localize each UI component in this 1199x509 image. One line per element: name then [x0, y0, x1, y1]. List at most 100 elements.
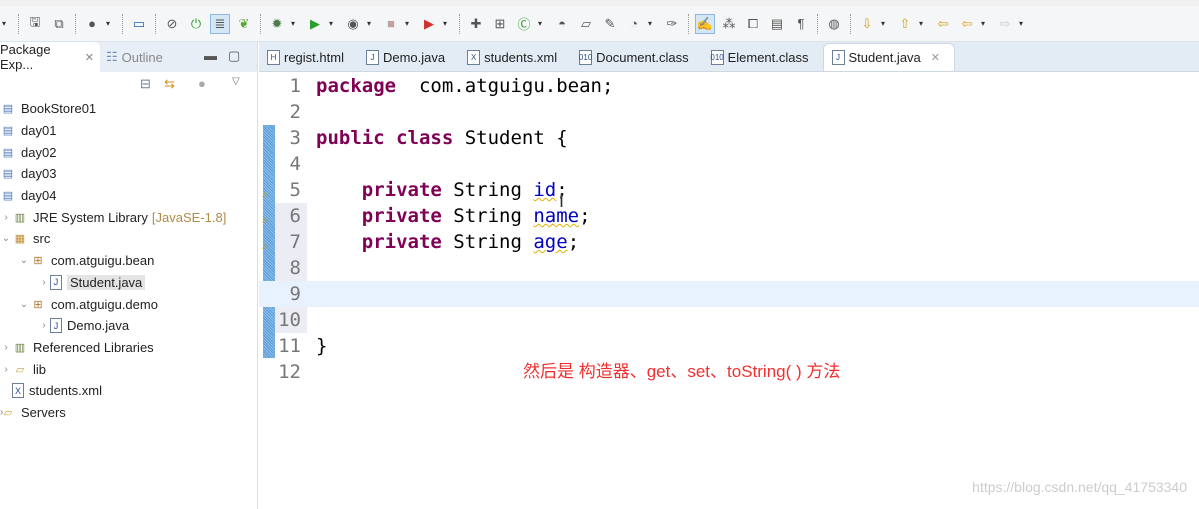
- close-icon[interactable]: ✕: [85, 51, 94, 64]
- open-folder-icon[interactable]: ▱: [576, 14, 596, 34]
- close-icon[interactable]: ✕: [931, 51, 940, 64]
- deploy-icon[interactable]: ▶: [419, 14, 439, 34]
- dropdown-arrow-icon[interactable]: ▾: [648, 19, 658, 28]
- project-icon: ▤: [2, 190, 14, 203]
- chevron-down-icon[interactable]: ⌄: [18, 299, 30, 310]
- tree-item[interactable]: ▤ day03: [0, 163, 256, 185]
- save-icon[interactable]: 🖫: [25, 14, 45, 34]
- tree-item[interactable]: ⌄ ⊞ com.atguigu.bean: [0, 250, 256, 272]
- show-whitespace-icon[interactable]: ¶: [791, 14, 811, 34]
- toolbar-separator: [850, 13, 851, 34]
- mark-occurrences-icon[interactable]: ✍: [695, 13, 715, 34]
- code-line[interactable]: 3 public class Student {: [259, 125, 1199, 151]
- run-icon[interactable]: ▶: [305, 14, 325, 34]
- pin-icon[interactable]: ✑: [662, 14, 682, 34]
- spring-icon[interactable]: ❦: [234, 14, 254, 34]
- view-menu-icon[interactable]: ▽: [232, 76, 240, 87]
- editor-tab[interactable]: J Student.java ✕: [822, 43, 955, 71]
- tree-item[interactable]: › ▱ Servers: [0, 402, 256, 424]
- chevron-down-icon[interactable]: ⌄: [18, 255, 30, 266]
- open-task-icon[interactable]: ◔: [624, 14, 644, 34]
- code-line[interactable]: 11}: [259, 333, 1199, 359]
- dropdown-arrow-icon[interactable]: ▾: [1019, 19, 1029, 28]
- search-icon[interactable]: ✎: [600, 14, 620, 34]
- focus-icon[interactable]: ●: [198, 76, 206, 91]
- tab-label: Outline: [121, 49, 163, 65]
- forward-icon[interactable]: ⇨: [995, 14, 1015, 34]
- tree-item-label: day01: [21, 123, 57, 139]
- tree-item[interactable]: › ▥ Referenced Libraries: [0, 337, 256, 359]
- code-line[interactable]: 10: [259, 307, 1199, 333]
- collapse-all-icon[interactable]: ⊟: [140, 76, 151, 92]
- code-line[interactable]: 8: [259, 255, 1199, 281]
- code-line[interactable]: 1 package com.atguigu.bean;: [259, 73, 1199, 99]
- toggle-icon[interactable]: ⁂: [719, 14, 739, 34]
- tree-item[interactable]: ▤ BookStore01: [0, 98, 256, 120]
- editor-tab[interactable]: 010 Element.class: [703, 43, 823, 71]
- link-editor-icon[interactable]: ⇆: [164, 76, 175, 92]
- editor-tab[interactable]: J Demo.java: [358, 43, 459, 71]
- run-external-icon[interactable]: ◉: [343, 14, 363, 34]
- dropdown-arrow-icon[interactable]: ▾: [291, 19, 301, 28]
- chevron-right-icon[interactable]: ›: [38, 277, 50, 288]
- tab-outline[interactable]: ☷ Outline: [106, 42, 169, 72]
- block-select-icon[interactable]: ⧠: [743, 14, 763, 34]
- chevron-right-icon[interactable]: ›: [0, 212, 12, 223]
- skip-breakpoints-icon[interactable]: ⊘: [162, 14, 182, 34]
- tree-item[interactable]: › ▥ JRE System Library [JavaSE-1.8]: [0, 206, 256, 228]
- open-type-icon[interactable]: ◓: [552, 14, 572, 34]
- power-icon[interactable]: ⏻: [186, 14, 206, 34]
- user-icon[interactable]: ●: [82, 14, 102, 34]
- dropdown-arrow-icon[interactable]: ▾: [881, 19, 891, 28]
- globe-icon[interactable]: ◍: [824, 14, 844, 34]
- code-line[interactable]: ⚠ 7 private String age;: [259, 229, 1199, 255]
- dropdown-arrow-icon[interactable]: ▾: [2, 19, 12, 28]
- tree-item[interactable]: ⌄ ▦ src: [0, 228, 256, 250]
- monitor-icon[interactable]: ▭: [129, 14, 149, 34]
- debug-icon[interactable]: ✹: [267, 14, 287, 34]
- new-project-icon[interactable]: ✚: [466, 14, 486, 34]
- dropdown-arrow-icon[interactable]: ▾: [443, 19, 453, 28]
- minimize-icon[interactable]: ▬: [204, 48, 217, 63]
- code-line[interactable]: 2: [259, 99, 1199, 125]
- tree-item[interactable]: › ▱ lib: [0, 358, 256, 380]
- maximize-icon[interactable]: ▢: [228, 48, 240, 64]
- dropdown-arrow-icon[interactable]: ▾: [329, 19, 339, 28]
- code-line[interactable]: ⚠ 5 private String id;: [259, 177, 1199, 203]
- next-annotation-icon[interactable]: ⇩: [857, 14, 877, 34]
- back-icon[interactable]: ⇦: [957, 14, 977, 34]
- chevron-right-icon[interactable]: ›: [0, 342, 12, 353]
- editor-tab[interactable]: Xstudents.xml: [459, 43, 571, 71]
- code-line[interactable]: 4: [259, 151, 1199, 177]
- chevron-right-icon[interactable]: ›: [0, 364, 12, 375]
- last-edit-icon[interactable]: ⇦: [933, 14, 953, 34]
- tree-item[interactable]: ⌄ ⊞ com.atguigu.demo: [0, 293, 256, 315]
- dropdown-arrow-icon[interactable]: ▾: [106, 19, 116, 28]
- dropdown-arrow-icon[interactable]: ▾: [919, 19, 929, 28]
- word-wrap-icon[interactable]: ▤: [767, 14, 787, 34]
- tree-item[interactable]: › J Demo.java: [0, 315, 256, 337]
- tree-item[interactable]: ▤ day01: [0, 120, 256, 142]
- tree-item[interactable]: ▤ day02: [0, 141, 256, 163]
- dropdown-arrow-icon[interactable]: ▾: [405, 19, 415, 28]
- tree-item-label: src: [33, 231, 51, 247]
- code-line[interactable]: ⚠ 6 private String name;: [259, 203, 1199, 229]
- tree-item[interactable]: › J Student.java: [0, 272, 256, 294]
- save-all-icon[interactable]: ⧉: [49, 14, 69, 34]
- code-line[interactable]: 9: [259, 281, 1199, 307]
- dropdown-arrow-icon[interactable]: ▾: [981, 19, 991, 28]
- stop-icon[interactable]: ■: [381, 14, 401, 34]
- prev-annotation-icon[interactable]: ⇧: [895, 14, 915, 34]
- editor-tab[interactable]: 010 Document.class: [571, 43, 702, 71]
- new-package-icon[interactable]: ⊞: [490, 14, 510, 34]
- dropdown-arrow-icon[interactable]: ▾: [367, 19, 377, 28]
- chevron-right-icon[interactable]: ›: [38, 320, 50, 331]
- chevron-down-icon[interactable]: ⌄: [0, 233, 12, 244]
- tree-item[interactable]: Xstudents.xml: [0, 380, 256, 402]
- line-numbers-icon[interactable]: ≣: [210, 13, 230, 34]
- tab-package-explorer[interactable]: Package Exp... ✕: [0, 42, 100, 72]
- new-class-icon[interactable]: Ⓒ: [514, 14, 534, 34]
- editor-tab[interactable]: Hregist.html: [259, 43, 358, 71]
- dropdown-arrow-icon[interactable]: ▾: [538, 19, 548, 28]
- tree-item[interactable]: ▤ day04: [0, 185, 256, 207]
